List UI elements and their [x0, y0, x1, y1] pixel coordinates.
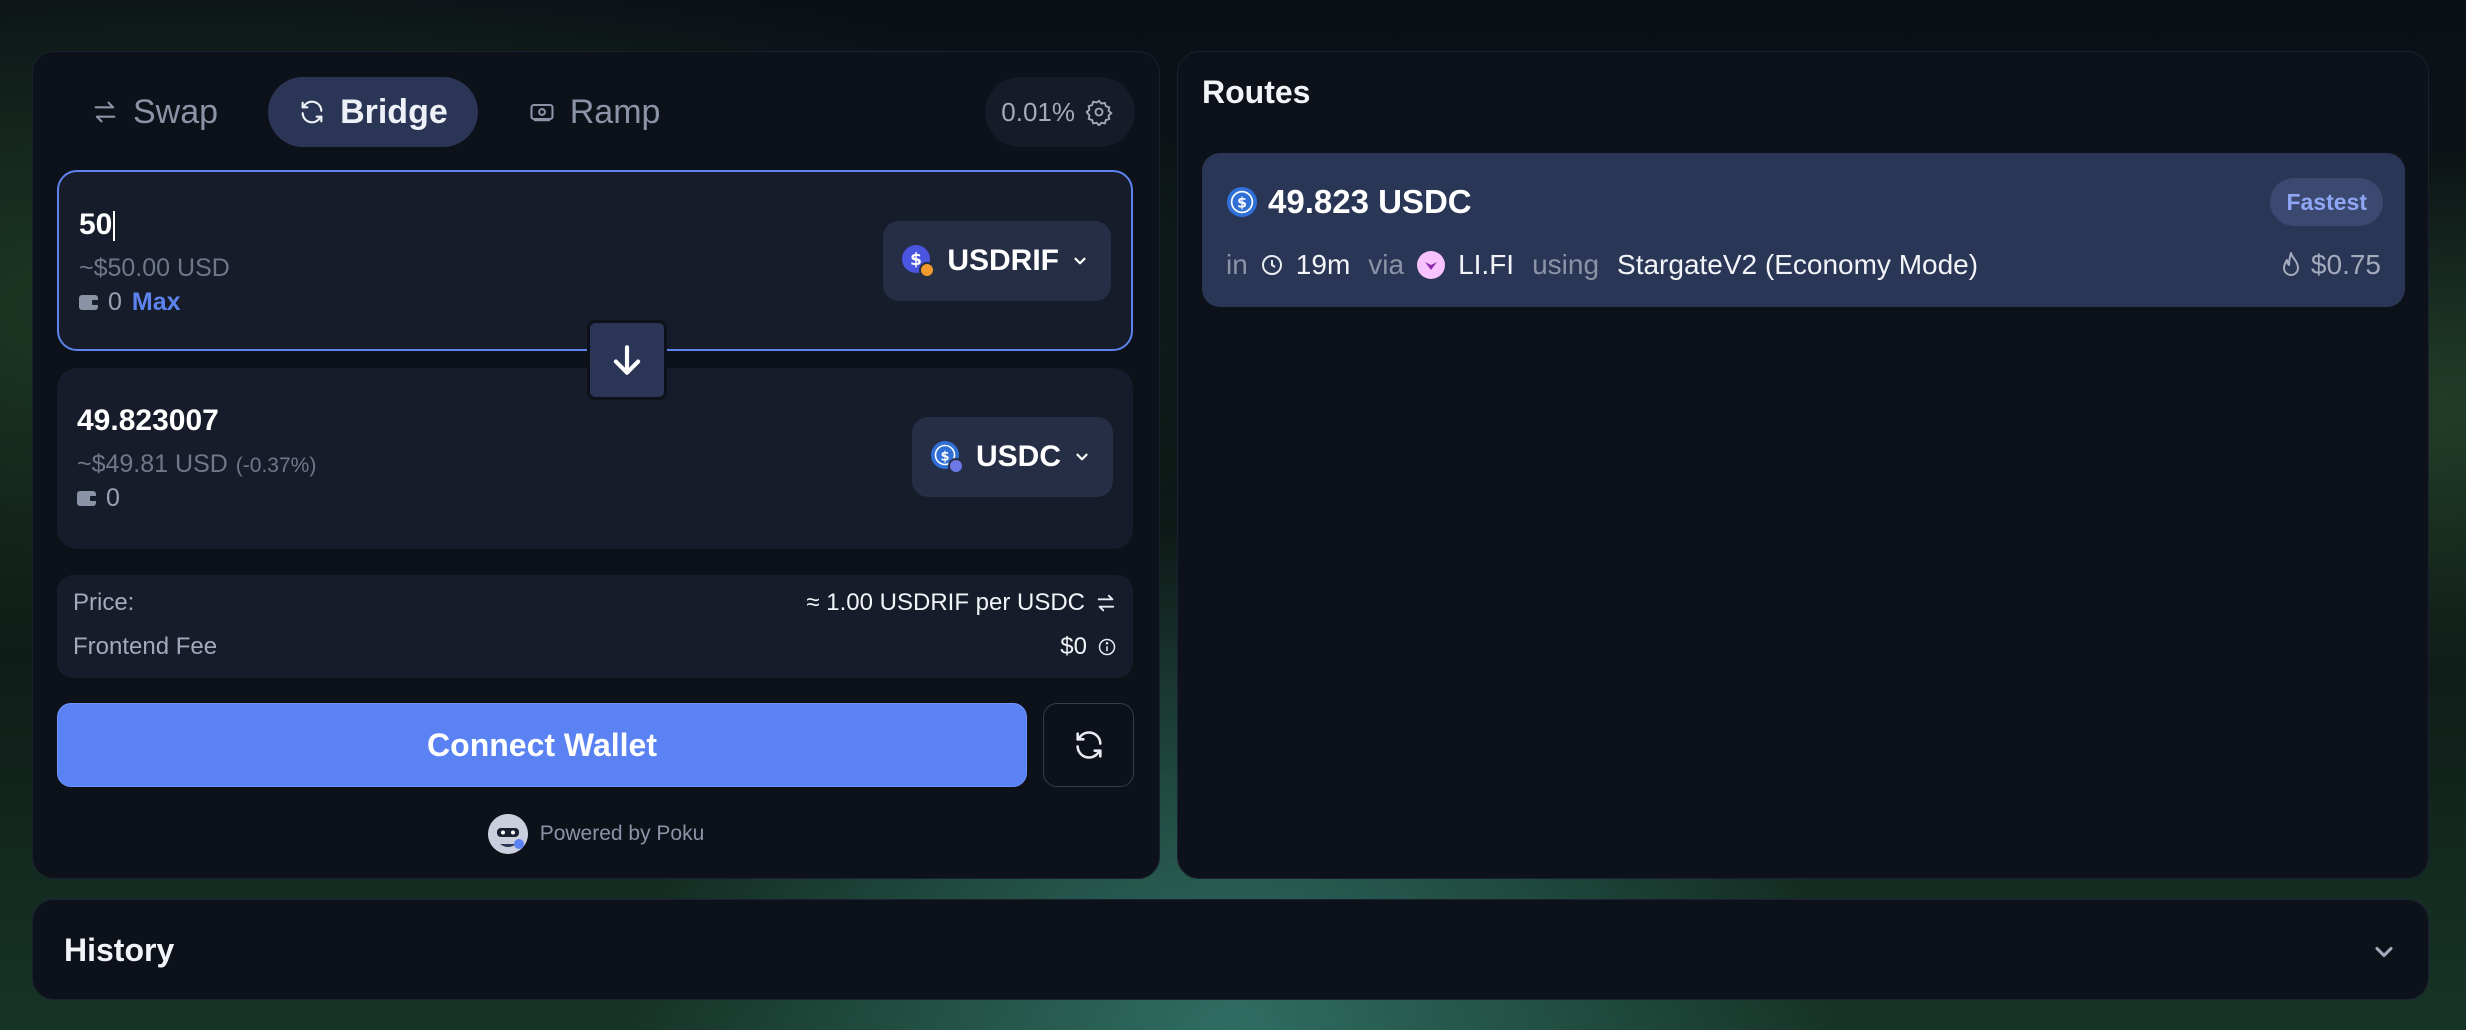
- svg-text:$: $: [1237, 196, 1247, 212]
- route-provider: LI.FI: [1458, 249, 1515, 280]
- chevron-down-icon[interactable]: [2370, 938, 2398, 966]
- invert-rate-icon[interactable]: [1095, 592, 1117, 614]
- route-amount: 49.823 USDC: [1268, 183, 1472, 220]
- route-card[interactable]: $ 49.823 USDC Fastest in 19m via LI.FI u…: [1202, 153, 2405, 307]
- route-details: in 19m via LI.FI using StargateV2 (Econo…: [1226, 249, 1978, 281]
- from-balance-value: 0: [108, 288, 122, 316]
- usdc-token-icon: $: [930, 441, 964, 474]
- gear-icon: [1085, 99, 1113, 126]
- in-label: in: [1226, 249, 1248, 280]
- usdrif-token-icon: $: [902, 245, 936, 278]
- wallet-icon: [77, 491, 97, 506]
- poku-logo: [487, 814, 528, 854]
- using-label: using: [1532, 249, 1600, 280]
- clock-icon: [1261, 255, 1282, 275]
- price-value: ≈ 1.00 USDRIF per USDC: [806, 589, 1085, 616]
- price-row: Price: ≈ 1.00 USDRIF per USDC: [73, 589, 1117, 617]
- fee-value: $0: [1060, 633, 1087, 660]
- tab-bridge-label: Bridge: [340, 92, 448, 131]
- route-time: 19m: [1295, 249, 1351, 280]
- wallet-icon: [79, 295, 99, 310]
- text-caret: [113, 211, 116, 242]
- to-usd-value: ~$49.81 USD (-0.37%): [77, 450, 317, 478]
- swap-panel: Swap Bridge Ramp 0.01% 50 ~$50.00 USD 0 …: [32, 51, 1160, 879]
- usdc-token-icon: $: [1226, 186, 1258, 218]
- to-balance-value: 0: [106, 484, 120, 512]
- routes-panel: Routes $ 49.823 USDC Fastest in 19m via …: [1177, 51, 2429, 879]
- quote-info: Price: ≈ 1.00 USDRIF per USDC Frontend F…: [57, 575, 1133, 678]
- max-button[interactable]: Max: [132, 288, 181, 317]
- route-bridge: StargateV2 (Economy Mode): [1617, 249, 1979, 280]
- routes-title: Routes: [1202, 74, 1311, 110]
- to-token-select[interactable]: $ USDC: [911, 417, 1113, 497]
- tab-ramp[interactable]: Ramp: [498, 77, 691, 147]
- flame-icon: [2282, 252, 2299, 276]
- arrows-exchange-icon: [94, 101, 116, 123]
- history-title: History: [64, 932, 175, 968]
- refresh-arrows-icon: [301, 100, 323, 124]
- gas-value: $0.75: [2310, 249, 2381, 280]
- chevron-down-icon: [1074, 257, 1086, 265]
- from-balance: 0 Max: [79, 288, 181, 317]
- fee-label: Frontend Fee: [73, 633, 218, 660]
- route-output: $ 49.823 USDC: [1226, 183, 1472, 221]
- info-icon[interactable]: [1097, 637, 1117, 657]
- to-balance: 0: [77, 484, 120, 513]
- fee-value-wrap: $0: [1060, 633, 1117, 661]
- chevron-down-icon: [1076, 453, 1088, 461]
- connect-wallet-button[interactable]: Connect Wallet: [57, 703, 1027, 787]
- flip-direction-button[interactable]: [587, 320, 667, 400]
- price-impact: (-0.37%): [235, 454, 317, 477]
- fastest-badge: Fastest: [2270, 178, 2383, 226]
- via-label: via: [1368, 249, 1405, 280]
- tab-bridge[interactable]: Bridge: [268, 77, 478, 147]
- to-token-symbol: USDC: [975, 440, 1061, 473]
- tab-swap-label: Swap: [133, 92, 219, 131]
- to-amount: 49.823007: [77, 404, 219, 437]
- banknote-icon: [530, 103, 554, 122]
- from-token-symbol: USDRIF: [947, 244, 1059, 277]
- powered-by: Powered by Poku: [33, 814, 1159, 854]
- arrow-down-icon: [613, 345, 641, 375]
- refresh-quote-button[interactable]: [1043, 703, 1134, 787]
- from-token-select[interactable]: $ USDRIF: [883, 221, 1111, 301]
- tab-ramp-label: Ramp: [569, 92, 661, 131]
- slippage-settings-button[interactable]: 0.01%: [985, 77, 1135, 147]
- fee-row: Frontend Fee $0: [73, 633, 1117, 661]
- refresh-icon: [1075, 731, 1102, 759]
- slippage-value: 0.01%: [1001, 96, 1075, 127]
- lifi-logo-icon: [1417, 251, 1446, 279]
- mode-tabs: Swap Bridge Ramp: [61, 77, 690, 147]
- svg-text:$: $: [940, 450, 949, 465]
- tab-swap[interactable]: Swap: [61, 77, 248, 147]
- price-label: Price:: [73, 589, 135, 616]
- gas-cost: $0.75: [2279, 249, 2381, 281]
- from-amount-input[interactable]: 50: [79, 208, 116, 242]
- from-usd-value: ~$50.00 USD: [79, 254, 230, 282]
- powered-by-text: Powered by Poku: [539, 822, 705, 845]
- history-panel[interactable]: History: [32, 899, 2429, 1000]
- price-value-wrap: ≈ 1.00 USDRIF per USDC: [806, 589, 1117, 617]
